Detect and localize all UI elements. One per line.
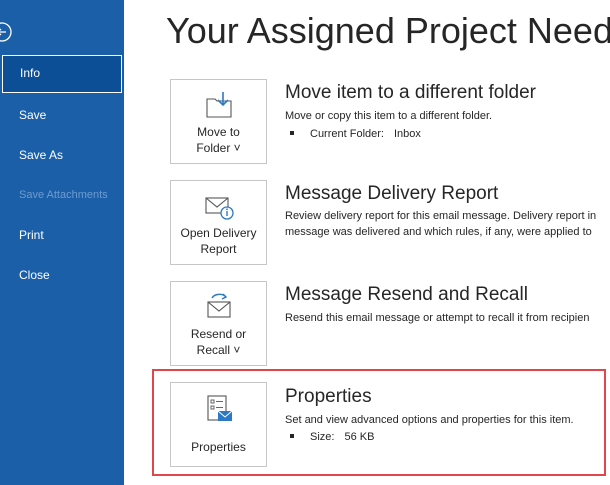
move-to-folder-label: Move to Folder ˅ <box>171 124 266 156</box>
resend-or-recall-button[interactable]: Resend or Recall ˅ <box>170 281 267 366</box>
delivery-section-description-line1: Review delivery report for this email me… <box>285 210 597 222</box>
open-delivery-report-button[interactable]: Open Delivery Report <box>170 180 267 265</box>
move-to-folder-label-line1: Move to <box>197 125 240 139</box>
move-folder-icon <box>206 92 232 118</box>
move-to-folder-label-line2: Folder ˅ <box>196 141 241 155</box>
open-delivery-report-label-line1: Open Delivery <box>180 226 257 240</box>
move-to-folder-button[interactable]: Move to Folder ˅ <box>170 79 267 164</box>
resend-or-recall-label-line2: Recall ˅ <box>196 343 241 357</box>
current-folder-info: Current Folder: Inbox <box>290 128 421 140</box>
resend-recall-icon <box>207 293 231 318</box>
delivery-section-description-line2: message was delivered and which rules, i… <box>285 226 592 238</box>
sidebar-item-save[interactable]: Save <box>0 96 124 134</box>
page-title: Your Assigned Project Needs <box>166 10 610 51</box>
move-section-heading: Move item to a different folder <box>285 82 536 103</box>
current-folder-label: Current Folder: <box>310 128 384 140</box>
move-section-description: Move or copy this item to a different fo… <box>285 110 493 122</box>
sidebar-item-save-attachments: Save Attachments <box>19 189 108 201</box>
open-delivery-report-label: Open Delivery Report <box>171 225 266 257</box>
delivery-section-heading: Message Delivery Report <box>285 183 499 204</box>
resend-or-recall-label: Resend or Recall ˅ <box>171 326 266 358</box>
delivery-report-icon <box>205 197 234 220</box>
sidebar-item-close[interactable]: Close <box>0 256 124 294</box>
bullet-marker <box>290 131 294 136</box>
sidebar-item-save-as[interactable]: Save As <box>0 136 124 174</box>
current-folder-value: Inbox <box>393 128 421 140</box>
resend-section-heading: Message Resend and Recall <box>285 284 528 305</box>
properties-highlight-box <box>152 369 606 476</box>
resend-or-recall-label-line1: Resend or <box>190 327 247 341</box>
open-delivery-report-label-line2: Report <box>200 242 237 256</box>
back-arrow-icon[interactable] <box>0 22 14 42</box>
sidebar-item-print[interactable]: Print <box>0 216 124 254</box>
resend-section-description: Resend this email message or attempt to … <box>285 312 590 324</box>
sidebar-item-info[interactable]: Info <box>2 55 122 93</box>
backstage-sidebar: Info Save Save As Save Attachments Print… <box>0 0 124 485</box>
